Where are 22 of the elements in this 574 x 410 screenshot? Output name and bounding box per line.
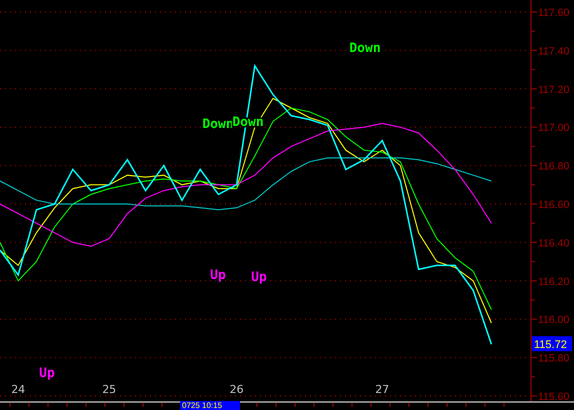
- price-tick-label: 116.40: [538, 237, 570, 250]
- price-tick-label: 117.40: [538, 45, 570, 58]
- signal-label: Down: [349, 41, 381, 56]
- price-tick-label: 117.60: [538, 7, 570, 19]
- price-tick-label: 117.20: [538, 84, 570, 96]
- date-label: 25: [102, 383, 116, 396]
- date-label: 27: [375, 383, 390, 396]
- price-tick-label: 116.20: [538, 276, 570, 288]
- price-tick-label: 116.00: [538, 314, 570, 326]
- signal-label: Up: [251, 270, 267, 285]
- price-tick-label: 117.00: [538, 122, 570, 134]
- signal-label: Up: [210, 268, 226, 283]
- price-tick-label: 116.80: [538, 160, 570, 173]
- last-price-badge: 115.72: [532, 336, 572, 352]
- date-label: 24: [11, 383, 26, 396]
- price-tick-label: 116.60: [538, 199, 570, 211]
- date-label: 26: [230, 383, 244, 396]
- price-tick-label: 115.60: [538, 391, 570, 403]
- price-tick-label: 115.80: [538, 352, 570, 365]
- signal-label: Up: [39, 366, 55, 381]
- cursor-time-badge: 0725 10:15: [180, 401, 240, 410]
- signal-label: Down: [202, 117, 234, 132]
